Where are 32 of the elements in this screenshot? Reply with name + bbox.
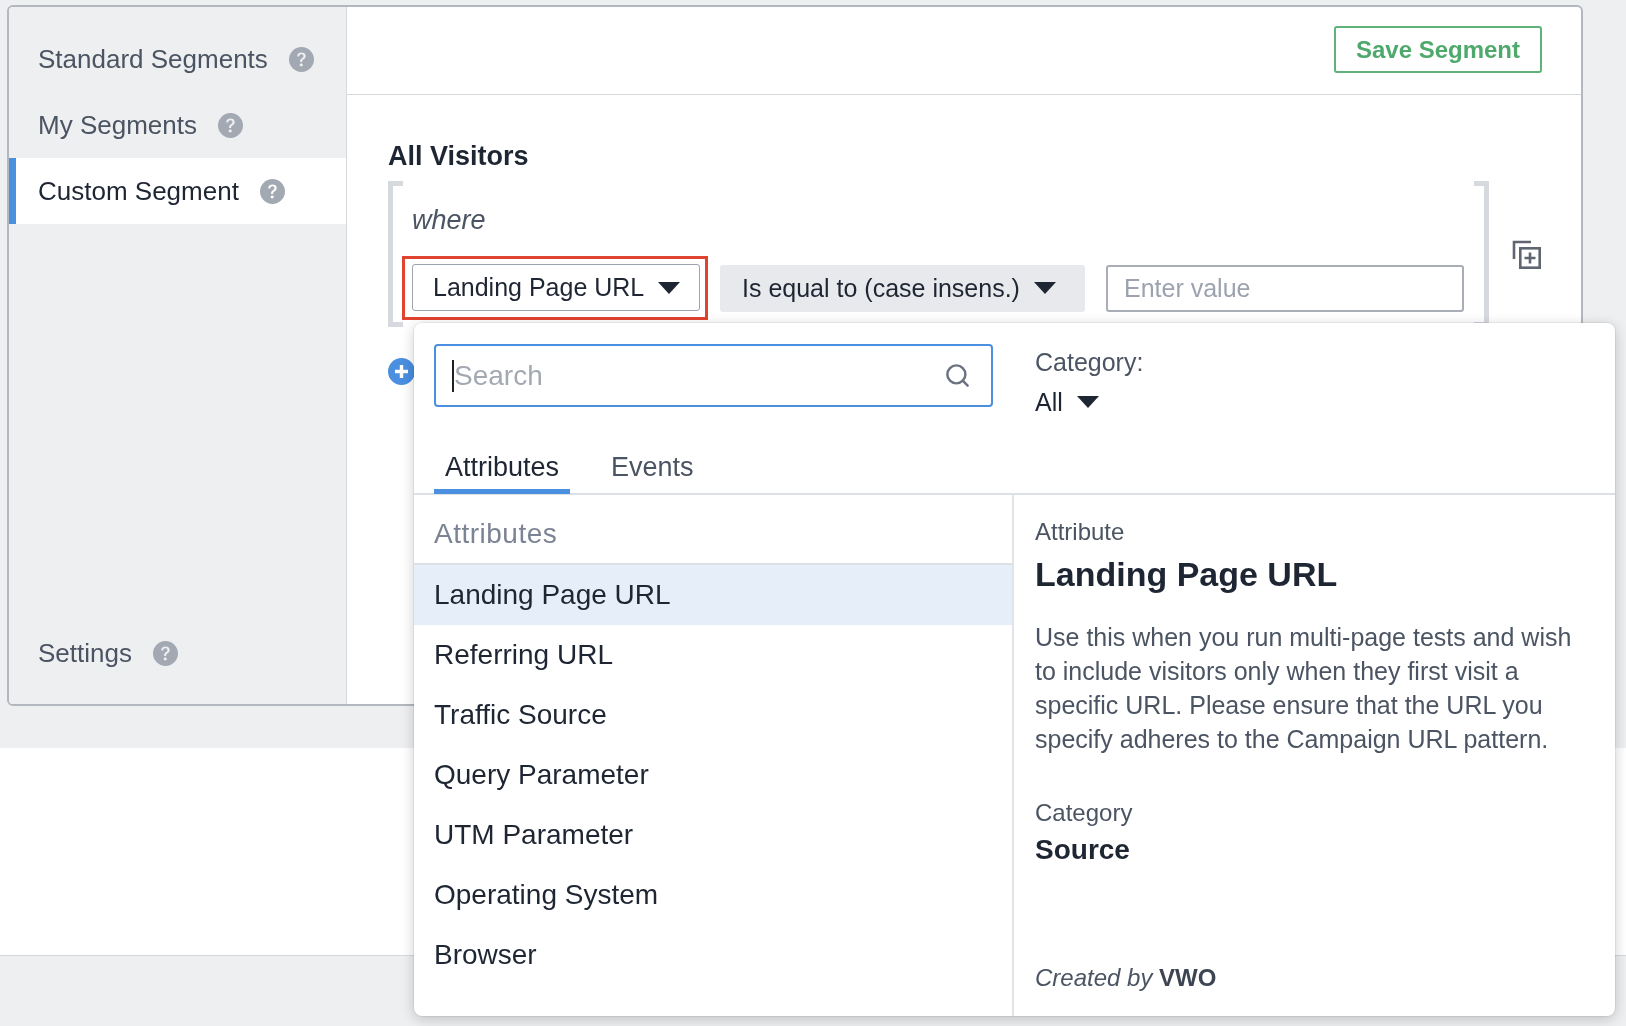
add-icon[interactable] xyxy=(388,358,415,385)
caret-icon xyxy=(1033,282,1056,294)
attribute-select[interactable]: Landing Page URL xyxy=(412,264,700,311)
value-input[interactable]: Enter value xyxy=(1106,264,1464,312)
operator-select[interactable]: Is equal to (case insens.) xyxy=(720,264,1085,312)
help-icon[interactable] xyxy=(152,640,178,666)
detail-title: Landing Page URL xyxy=(1035,554,1338,595)
help-icon[interactable] xyxy=(259,178,285,204)
search-icon xyxy=(944,362,971,389)
sidebar-item[interactable]: Standard Segments xyxy=(9,26,346,92)
sidebar-item[interactable]: Custom Segment xyxy=(9,158,346,224)
tab[interactable]: Attributes xyxy=(434,440,571,494)
sidebar-item[interactable]: My Segments xyxy=(9,92,346,158)
search-field[interactable]: Search xyxy=(434,344,993,407)
help-icon[interactable] xyxy=(288,46,314,72)
detail-description: Use this when you run multi-page tests and wish to include visitors only when they first visit a specific URL. Please ensure that the URL you specify adheres to the Campaign URL pattern. xyxy=(1035,622,1573,755)
help-icon[interactable] xyxy=(217,112,243,138)
caret-icon xyxy=(1076,396,1099,408)
category-value: Source xyxy=(1035,833,1130,867)
where-label: where xyxy=(412,205,486,235)
segment-title: All Visitors xyxy=(388,141,529,171)
credit-text: Created by VWO xyxy=(1035,963,1217,993)
text-cursor-icon xyxy=(452,360,454,392)
caret-icon xyxy=(658,281,681,294)
duplicate-icon[interactable] xyxy=(1511,239,1541,269)
list-item[interactable]: Landing Page URL xyxy=(414,565,1012,625)
sidebar-item[interactable]: Settings xyxy=(9,620,346,686)
detail-type-label: Attribute xyxy=(1035,518,1125,546)
category-label: Category: xyxy=(1035,347,1144,377)
category-heading: Category xyxy=(1035,799,1133,827)
tab[interactable]: Events xyxy=(600,440,705,494)
category-select[interactable]: All xyxy=(1035,387,1099,417)
